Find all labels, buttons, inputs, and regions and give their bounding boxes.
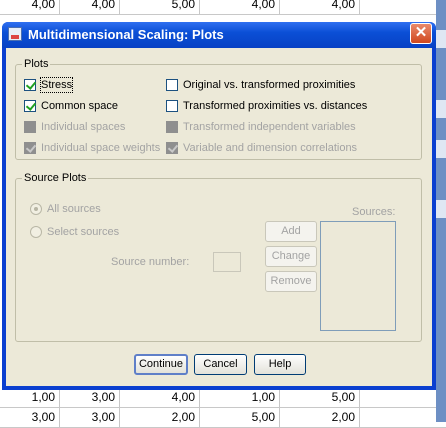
original-vs-transformed-check-box[interactable] [166,79,178,91]
change-button-label: Change [271,250,311,262]
sources-list [320,221,396,331]
sheet-cell[interactable]: 4,00 [60,0,120,14]
source-number-input [213,252,241,272]
remove-button: Remove [265,271,317,292]
sheet-cell[interactable]: 4,00 [200,0,280,14]
sheet-cell[interactable]: 1,00 [0,387,60,407]
sheet-cell[interactable]: 5,00 [200,407,280,427]
sheet-cell[interactable]: 5,00 [280,387,360,407]
variable-dimension-correlations-check-box [166,142,178,154]
sheet-side-panel [436,0,446,422]
source-plots-group-label: Source Plots [22,172,89,184]
sheet-row: 4,00 4,00 5,00 4,00 4,00 [0,0,446,15]
continue-button[interactable]: Continue [134,354,188,375]
individual-space-weights-label: Individual space weights [41,142,161,154]
sheet-cell[interactable]: 3,00 [60,407,120,427]
sheet-cell[interactable]: 4,00 [120,387,200,407]
add-button-label: Add [281,225,301,237]
spss-app-icon [8,27,22,41]
sheet-cell[interactable]: 5,00 [120,0,200,14]
original-vs-transformed-label: Original vs. transformed proximities [183,79,356,91]
title-bar[interactable]: Multidimensional Scaling: Plots ✕ [2,22,436,48]
sheet-cell[interactable]: 2,00 [280,407,360,427]
help-button-label: Help [268,358,292,370]
sheet-cell[interactable]: 1,00 [200,387,280,407]
transformed-independent-variables-label: Transformed independent variables [183,121,356,133]
sheet-cell[interactable]: 2,00 [120,407,200,427]
source-plots-group: Source Plots All sources Select sources … [15,172,422,342]
sheet-cell[interactable]: 4,00 [0,0,60,14]
transformed-vs-distances-check-box[interactable] [166,100,178,112]
source-number-label: Source number: [111,256,190,268]
cancel-button-label: Cancel [203,358,238,370]
plots-group: Plots Stress Common space Individual spa… [15,58,422,160]
transformed-vs-distances-label: Transformed proximities vs. distances [183,100,368,112]
all-sources-label: All sources [47,203,101,215]
sheet-row: 1,00 3,00 4,00 1,00 5,00 [0,387,446,408]
cancel-button[interactable]: Cancel [194,354,247,375]
sheet-cell[interactable]: 4,00 [280,0,360,14]
plots-dialog: Multidimensional Scaling: Plots ✕ Plots … [2,22,436,390]
select-sources-label: Select sources [47,226,120,238]
sheet-cell[interactable]: 3,00 [0,407,60,427]
common-space-check-box[interactable] [24,100,36,112]
transformed-independent-variables-check-box [166,121,178,133]
select-sources-radio-button [30,226,42,238]
sheet-cell[interactable]: 3,00 [60,387,120,407]
plots-group-label: Plots [22,58,51,70]
individual-spaces-label: Individual spaces [41,121,126,133]
add-button: Add [265,221,317,242]
remove-button-label: Remove [270,275,312,287]
individual-space-weights-check-box [24,142,36,154]
close-button[interactable]: ✕ [410,23,432,44]
common-space-label: Common space [41,100,119,112]
sheet-row: 3,00 3,00 2,00 5,00 2,00 [0,407,446,428]
all-sources-radio-button [30,203,42,215]
sources-label: Sources: [352,206,396,218]
stress-check-box[interactable] [24,79,36,91]
dialog-title: Multidimensional Scaling: Plots [28,27,224,42]
individual-spaces-check-box [24,121,36,133]
stress-label: Stress [39,77,74,93]
change-button: Change [265,246,317,267]
variable-dimension-correlations-label: Variable and dimension correlations [183,142,358,154]
help-button[interactable]: Help [254,354,306,375]
continue-button-label: Continue [138,358,184,370]
dialog-client-area: Plots Stress Common space Individual spa… [6,48,432,386]
